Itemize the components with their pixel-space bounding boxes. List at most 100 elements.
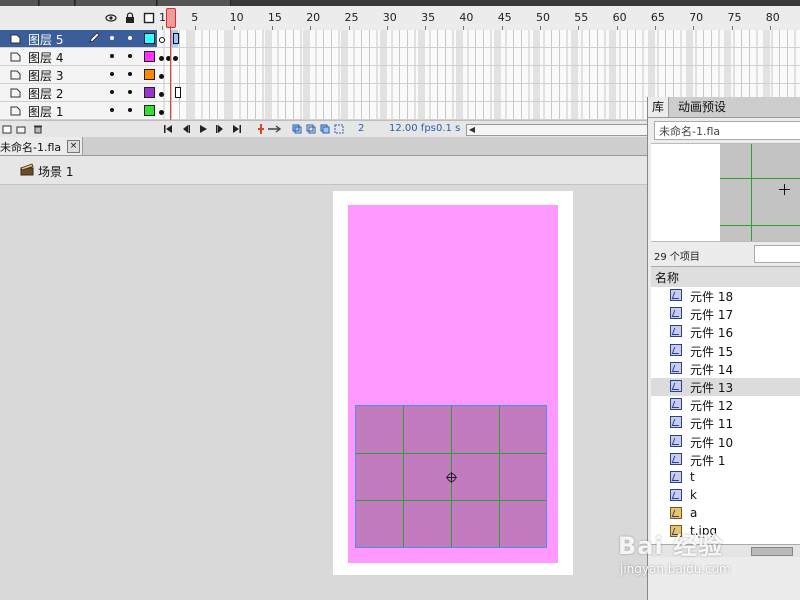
eye-icon[interactable] xyxy=(105,12,117,24)
document-tab[interactable]: 未命名-1.fla × xyxy=(0,137,83,155)
frame-band xyxy=(494,48,502,65)
lock-dot[interactable] xyxy=(128,54,132,58)
keyframe[interactable] xyxy=(159,74,164,79)
frame-band xyxy=(571,30,578,47)
preview-grid xyxy=(720,144,800,241)
current-frame-readout[interactable]: 2 xyxy=(358,123,364,134)
list-item[interactable]: 元件 10 xyxy=(651,432,800,451)
layer-row[interactable]: 图层 4 xyxy=(0,48,800,66)
lock-dot[interactable] xyxy=(128,72,132,76)
layer-row[interactable]: 图层 3 xyxy=(0,66,800,84)
list-item[interactable]: k xyxy=(651,487,800,506)
layer-name[interactable]: 图层 2 xyxy=(28,85,63,102)
list-item[interactable]: 元件 16 xyxy=(651,323,800,342)
frame-band xyxy=(494,66,502,83)
outline-color-swatch[interactable] xyxy=(144,87,155,98)
outline-color-swatch[interactable] xyxy=(144,69,155,80)
layer-icon xyxy=(10,70,21,80)
watermark-logo: Bai 经验 xyxy=(618,532,724,560)
lock-dot[interactable] xyxy=(128,108,132,112)
close-icon[interactable]: × xyxy=(67,140,80,153)
frame-band xyxy=(188,66,195,83)
layer-name[interactable]: 图层 5 xyxy=(28,31,63,48)
outline-color-swatch[interactable] xyxy=(144,51,155,62)
list-item[interactable]: 元件 11 xyxy=(651,414,800,433)
playhead-handle[interactable] xyxy=(166,8,176,28)
list-item[interactable]: 元件 12 xyxy=(651,396,800,415)
scene-label[interactable]: 场景 1 xyxy=(38,163,73,180)
visibility-dot[interactable] xyxy=(110,90,114,94)
outline-icon[interactable] xyxy=(143,12,155,24)
last-frame-icon[interactable] xyxy=(232,124,242,134)
movieclip-symbol-icon xyxy=(670,434,682,447)
frame-band xyxy=(571,84,578,101)
outline-color-swatch[interactable] xyxy=(144,33,155,44)
visibility-dot[interactable] xyxy=(110,36,114,40)
library-column-header[interactable]: 名称 xyxy=(651,266,800,288)
keyframe[interactable] xyxy=(173,56,178,61)
keyframe-end[interactable] xyxy=(173,33,179,44)
blank-keyframe[interactable] xyxy=(159,37,165,43)
prev-frame-icon[interactable] xyxy=(181,124,191,134)
keyframe[interactable] xyxy=(159,110,164,115)
list-item[interactable]: a xyxy=(651,505,800,524)
frame-band xyxy=(302,66,310,83)
library-document-select[interactable]: 未命名-1.fla xyxy=(654,121,800,140)
edit-multiple-frames-icon[interactable] xyxy=(320,124,330,134)
layer-name[interactable]: 图层 3 xyxy=(28,67,63,84)
list-item[interactable]: 元件 14 xyxy=(651,359,800,378)
layer-row[interactable]: 图层 5 xyxy=(0,30,800,48)
frame-rate-readout[interactable]: 12.00 fps xyxy=(389,123,436,134)
loop-icon[interactable] xyxy=(266,124,284,134)
frame-band xyxy=(341,102,349,119)
layer-name[interactable]: 图层 1 xyxy=(28,103,63,120)
frame-band xyxy=(341,30,349,47)
frame-track[interactable] xyxy=(157,30,800,47)
scroll-left-icon[interactable]: ◀ xyxy=(467,125,477,135)
frame-band xyxy=(379,102,387,119)
frame-band xyxy=(417,84,425,101)
list-item-label: 元件 14 xyxy=(690,362,734,377)
frame-ruler[interactable]: 1 5 10 15 20 25 30 35 40 45 50 55 60 65 70 75 80 xyxy=(157,6,800,30)
frame-band xyxy=(456,102,464,119)
modify-markers-icon[interactable] xyxy=(334,124,344,134)
frame-band xyxy=(571,66,578,83)
onion-skin-icon[interactable] xyxy=(292,124,302,134)
list-item[interactable]: 元件 18 xyxy=(651,287,800,306)
delete-layer-icon[interactable] xyxy=(33,124,43,134)
tab-library[interactable]: 库 xyxy=(648,97,670,117)
first-frame-icon[interactable] xyxy=(163,124,173,134)
list-item[interactable]: 元件 17 xyxy=(651,305,800,324)
list-item-label: a xyxy=(690,506,698,521)
play-icon[interactable] xyxy=(198,124,208,134)
visibility-dot[interactable] xyxy=(110,72,114,76)
frame-band xyxy=(494,84,502,101)
preview-grid-line xyxy=(720,178,800,179)
outline-color-swatch[interactable] xyxy=(144,105,155,116)
frame-track[interactable] xyxy=(157,66,800,83)
tab-motion-presets[interactable]: 动画预设 xyxy=(674,97,730,117)
frame-band xyxy=(762,48,770,65)
list-item[interactable]: 元件 15 xyxy=(651,341,800,360)
keyframe[interactable] xyxy=(159,92,164,97)
list-item[interactable]: t xyxy=(651,468,800,488)
center-frame-icon[interactable] xyxy=(256,124,266,134)
grid-line xyxy=(403,406,404,547)
lock-dot[interactable] xyxy=(128,90,132,94)
next-frame-icon[interactable] xyxy=(215,124,225,134)
new-folder-icon[interactable] xyxy=(16,124,26,134)
keyframe-end[interactable] xyxy=(175,87,181,98)
lock-dot[interactable] xyxy=(128,36,132,40)
frame-band xyxy=(417,30,425,47)
library-search-input[interactable] xyxy=(754,245,800,263)
layer-name[interactable]: 图层 4 xyxy=(28,49,63,66)
frame-track[interactable] xyxy=(157,48,800,65)
onion-outline-icon[interactable] xyxy=(306,124,316,134)
visibility-dot[interactable] xyxy=(110,108,114,112)
lock-icon[interactable] xyxy=(124,12,136,24)
list-item[interactable]: 元件 13 xyxy=(651,377,800,397)
visibility-dot[interactable] xyxy=(110,54,114,58)
keyframe[interactable] xyxy=(159,56,164,61)
new-layer-icon[interactable] xyxy=(2,124,12,134)
list-item[interactable]: 元件 1 xyxy=(651,450,800,469)
